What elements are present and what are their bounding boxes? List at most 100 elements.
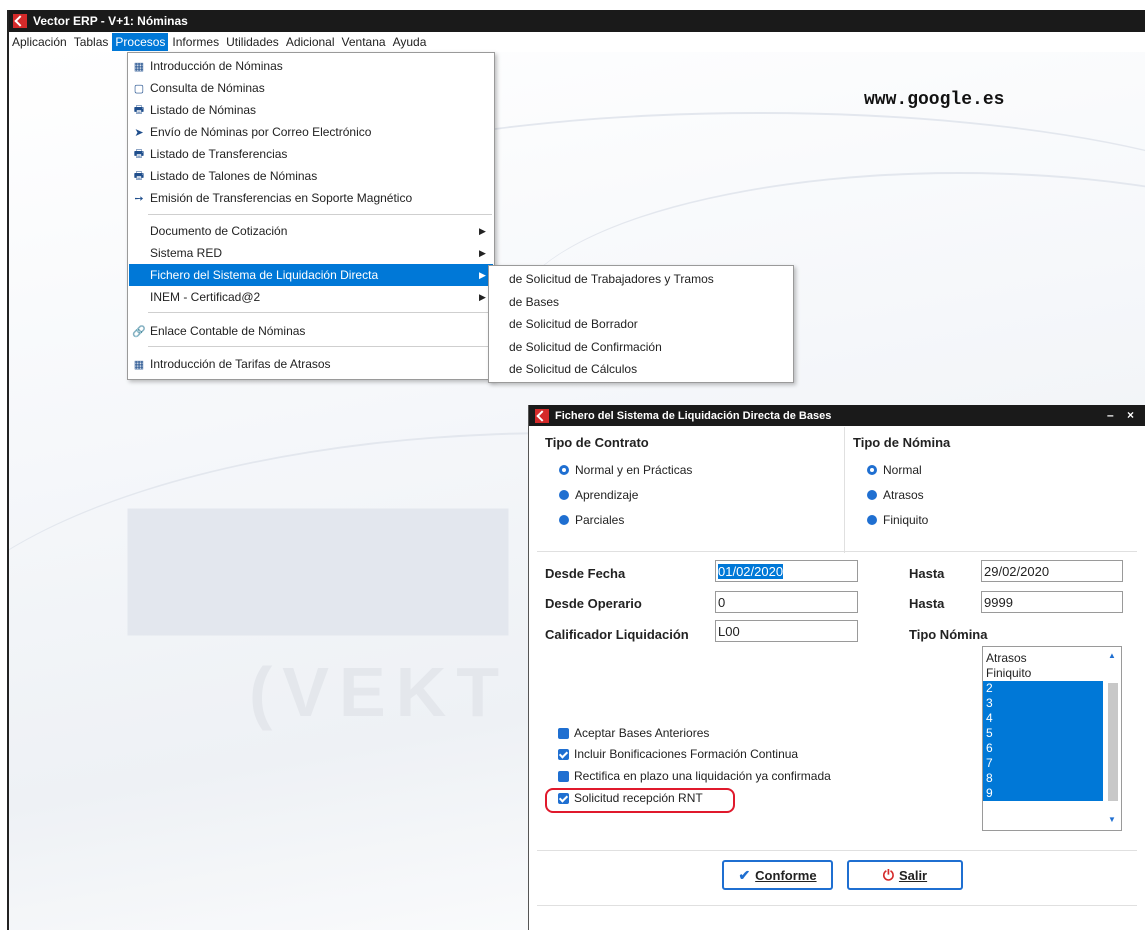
radio-parciales[interactable]: Parciales [559,513,624,527]
close-button[interactable]: × [1127,408,1134,422]
menu-item-envio-correo[interactable]: ➤ Envío de Nóminas por Correo Electrónic… [129,121,493,143]
highlight-annotation [545,788,735,813]
list-item[interactable]: 3 [983,696,1103,711]
list-item[interactable]: Atrasos [983,651,1103,666]
menu-item-listado-transferencias[interactable]: 🖶 Listado de Transferencias [129,143,493,165]
tipo-nomina-label: Tipo de Nómina [853,435,951,450]
procesos-menu: ▦ Introducción de Nóminas ▢ Consulta de … [127,52,495,380]
checkbox-incluir-bonificaciones[interactable]: Incluir Bonificaciones Formación Continu… [558,747,798,761]
submenu-item-solicitud-trabajadores[interactable]: de Solicitud de Trabajadores y Tramos [509,268,714,290]
calificador-input[interactable]: L00 [715,620,858,642]
check-icon: ✔ [738,866,751,883]
grid-icon: ▦ [133,358,145,371]
app-title: Vector ERP - V+1: Nóminas [33,14,188,28]
list-item[interactable]: 9 [983,786,1103,801]
menu-ventana[interactable]: Ventana [339,33,389,51]
menu-item-sistema-red[interactable]: Sistema RED ▶ [129,242,493,264]
link-icon: 🔗 [132,325,146,338]
power-icon: ⏻ [882,866,894,883]
menu-item-listado-talones[interactable]: 🖶 Listado de Talones de Nóminas [129,165,493,187]
menu-item-emision-transferencias[interactable]: ➙ Emisión de Transferencias en Soporte M… [129,187,493,209]
radio-normal[interactable]: Normal [867,463,922,477]
menu-item-introduccion-nominas[interactable]: ▦ Introducción de Nóminas [129,55,493,77]
radio-atrasos[interactable]: Atrasos [867,488,924,502]
send-icon: ➤ [134,126,144,139]
vector-watermark: (VEKT [249,653,509,731]
menu-item-tarifas-atrasos[interactable]: ▦ Introducción de Tarifas de Atrasos [129,353,493,375]
desde-operario-label: Desde Operario [545,596,642,611]
hasta-operario-input[interactable]: 9999 [981,591,1123,613]
radio-aprendizaje[interactable]: Aprendizaje [559,488,638,502]
menu-utilidades[interactable]: Utilidades [223,33,282,51]
conforme-button[interactable]: ✔ Conforme [722,860,833,890]
submenu-item-solicitud-borrador[interactable]: de Solicitud de Borrador [509,313,638,335]
menubar: Aplicación Tablas Procesos Informes Util… [9,32,1145,52]
menu-aplicacion[interactable]: Aplicación [9,33,70,51]
submenu-item-solicitud-confirmacion[interactable]: de Solicitud de Confirmación [509,336,662,358]
printer-icon: 🖶 [133,147,145,160]
submenu-item-solicitud-calculos[interactable]: de Solicitud de Cálculos [509,358,637,380]
menu-item-inem-certificad[interactable]: INEM - Certificad@2 ▶ [129,286,493,308]
scroll-thumb[interactable] [1108,683,1118,801]
radio-selected-icon [559,465,569,475]
tipo-nomina-list-label: Tipo Nómina [909,627,988,642]
scroll-down-icon[interactable]: ▼ [1108,815,1116,824]
menu-procesos[interactable]: Procesos [112,33,169,51]
dialog-titlebar: Fichero del Sistema de Liquidación Direc… [529,405,1145,426]
menu-separator [148,214,492,215]
desde-fecha-input[interactable]: 01/02/2020 [715,560,858,582]
radio-icon [559,515,569,525]
fichero-submenu: de Solicitud de Trabajadores y Tramos de… [488,265,794,383]
menu-informes[interactable]: Informes [169,33,222,51]
url-text: www.google.es [864,90,1005,110]
list-item[interactable]: 5 [983,726,1103,741]
listbox-scrollbar[interactable]: ▲ ▼ [1104,647,1121,830]
app-titlebar: Vector ERP - V+1: Nóminas [9,10,1145,32]
checkbox-rectifica-plazo[interactable]: Rectifica en plazo una liquidación ya co… [558,769,831,783]
minimize-button[interactable]: – [1107,408,1114,422]
section-divider [537,551,1137,552]
radio-normal-practicas[interactable]: Normal y en Prácticas [559,463,692,477]
tipo-contrato-label: Tipo de Contrato [545,435,649,450]
submenu-item-bases[interactable]: de Bases [509,291,559,313]
checkbox-checked-icon [558,748,569,760]
checkbox-aceptar-bases[interactable]: Aceptar Bases Anteriores [558,726,709,740]
section-divider [537,850,1137,851]
checkbox-icon [558,770,569,782]
radio-icon [867,515,877,525]
menu-separator [148,312,492,313]
salir-button[interactable]: ⏻ Salir [847,860,963,890]
group-divider [844,427,845,553]
list-item[interactable]: 6 [983,741,1103,756]
submenu-arrow-icon: ▶ [479,247,486,258]
grid-icon: ▦ [133,60,145,73]
menu-tablas[interactable]: Tablas [71,33,112,51]
list-item[interactable]: 4 [983,711,1103,726]
hasta-operario-label: Hasta [909,596,945,611]
menu-item-enlace-contable[interactable]: 🔗 Enlace Contable de Nóminas [129,320,493,342]
menu-item-consulta-nominas[interactable]: ▢ Consulta de Nóminas [129,77,493,99]
menu-item-fichero-sld[interactable]: Fichero del Sistema de Liquidación Direc… [129,264,493,286]
radio-icon [559,490,569,500]
radio-finiquito[interactable]: Finiquito [867,513,928,527]
menu-adicional[interactable]: Adicional [283,33,338,51]
radio-icon [867,490,877,500]
scroll-up-icon[interactable]: ▲ [1108,651,1116,660]
vector-logo-icon [535,408,549,423]
menu-ayuda[interactable]: Ayuda [390,33,430,51]
arrow-icon: ➙ [134,192,144,205]
printer-icon: 🖶 [133,103,145,116]
list-item[interactable]: Finiquito [983,666,1103,681]
calificador-label: Calificador Liquidación [545,627,689,642]
desde-operario-input[interactable]: 0 [715,591,858,613]
list-item[interactable]: 2 [983,681,1103,696]
menu-separator [148,346,492,347]
window-icon: ▢ [133,82,145,95]
list-item[interactable]: 8 [983,771,1103,786]
section-divider [537,905,1137,906]
menu-item-listado-nominas[interactable]: 🖶 Listado de Nóminas [129,99,493,121]
tipo-nomina-listbox[interactable]: Atrasos Finiquito 2 3 4 5 6 7 8 9 ▲ ▼ [982,646,1122,831]
list-item[interactable]: 7 [983,756,1103,771]
hasta-fecha-input[interactable]: 29/02/2020 [981,560,1123,582]
menu-item-documento-cotizacion[interactable]: Documento de Cotización ▶ [129,220,493,242]
